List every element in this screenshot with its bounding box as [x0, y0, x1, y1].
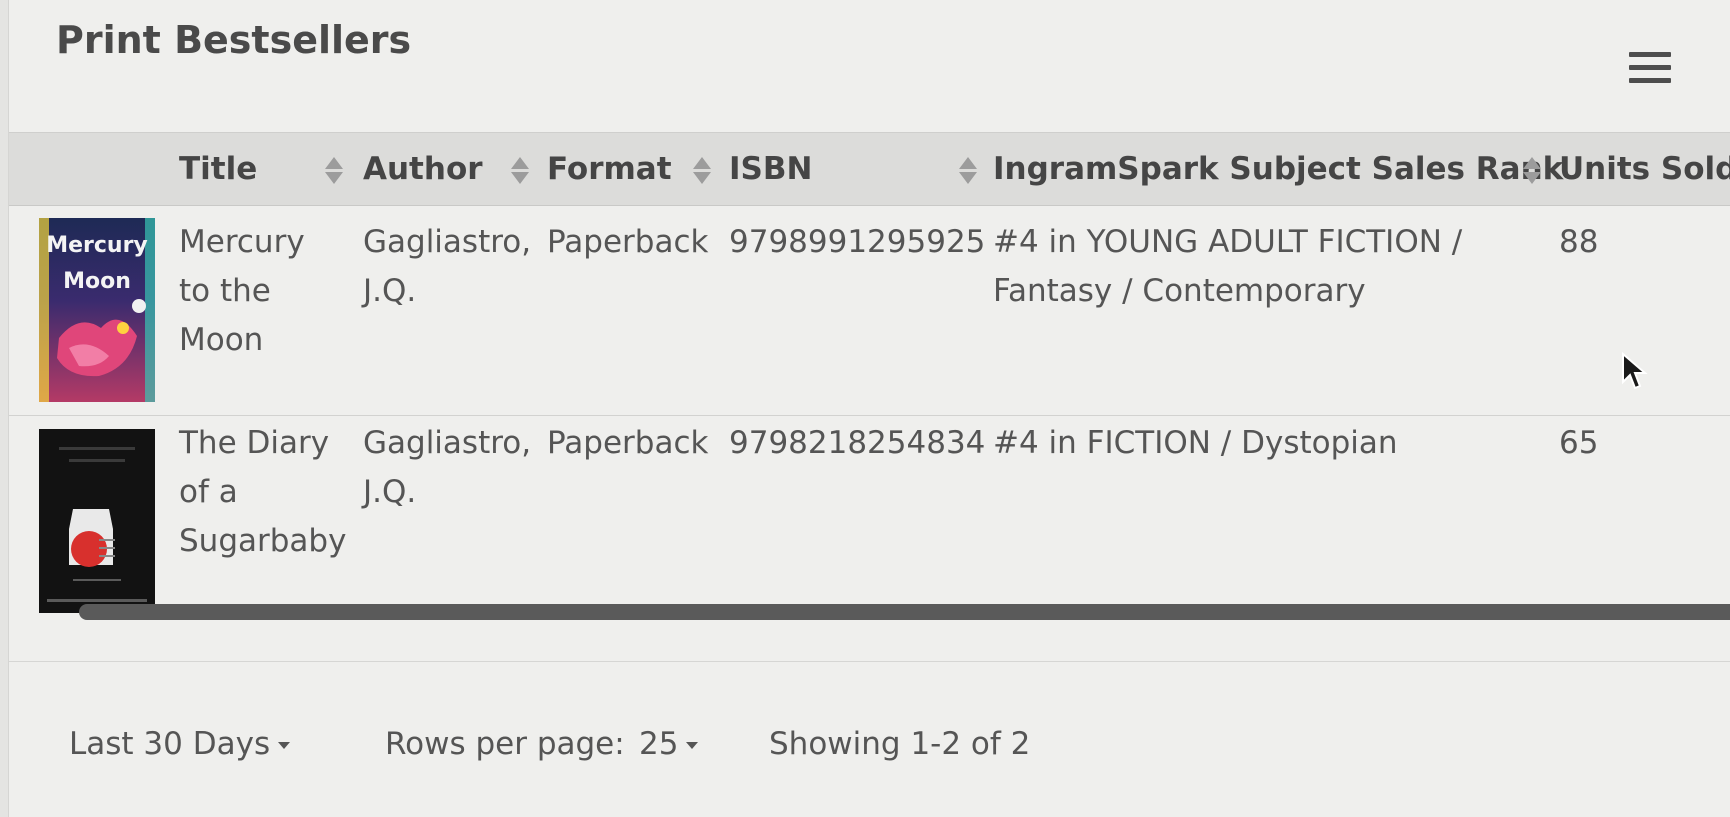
book-cover-image[interactable] [39, 429, 155, 613]
bestsellers-panel: Print Bestsellers Title Author Format IS… [8, 0, 1730, 817]
table-header: Title Author Format ISBN IngramSpark Sub… [9, 132, 1730, 206]
column-header-author[interactable]: Author [363, 151, 483, 191]
pagination-status: Showing 1-2 of 2 [769, 726, 1031, 762]
svg-text:Moon: Moon [63, 269, 131, 294]
rows-per-page-label: Rows per page: [385, 726, 625, 762]
caret-down-icon [278, 742, 291, 749]
book-cover-image[interactable]: Mercury Moon [39, 218, 155, 402]
sort-icon[interactable] [691, 155, 713, 187]
column-header-sales-rank[interactable]: IngramSpark Subject Sales Rank [993, 151, 1563, 191]
sort-icon[interactable] [323, 155, 345, 187]
book-title[interactable]: Mercury to the Moon [179, 218, 305, 365]
units-sold: 65 [1559, 425, 1599, 461]
mouse-cursor-icon [1622, 352, 1648, 390]
table-row[interactable]: Mercury Moon Mercury to the Moon Gaglias… [9, 206, 1730, 416]
format: Paperback [547, 425, 709, 461]
sort-icon[interactable] [1521, 155, 1543, 187]
sales-rank: #4 in YOUNG ADULT FICTION / Fantasy / Co… [993, 224, 1463, 309]
divider [9, 661, 1730, 662]
page-title: Print Bestsellers [56, 18, 412, 62]
isbn: 9798991295925 [729, 224, 986, 260]
column-header-units-sold[interactable]: Units Sold [1559, 151, 1730, 191]
column-header-title[interactable]: Title [179, 151, 257, 191]
rows-per-page-select[interactable]: 25 [639, 726, 699, 762]
format: Paperback [547, 224, 709, 260]
column-header-format[interactable]: Format [547, 151, 672, 191]
units-sold: 88 [1559, 224, 1599, 260]
sort-icon[interactable] [509, 155, 531, 187]
sort-icon[interactable] [957, 155, 979, 187]
hamburger-icon[interactable] [1629, 52, 1671, 92]
svg-text:Mercury: Mercury [46, 233, 148, 258]
author: Gagliastro, J.Q. [363, 425, 532, 510]
date-range-select[interactable]: Last 30 Days [69, 726, 291, 762]
caret-down-icon [686, 742, 699, 749]
isbn: 9798218254834 [729, 425, 986, 461]
sales-rank: #4 in FICTION / Dystopian [993, 425, 1398, 461]
horizontal-scrollbar[interactable] [79, 604, 1730, 620]
table-row[interactable]: The Diary of a Sugarbaby Gagliastro, J.Q… [9, 417, 1730, 615]
book-title[interactable]: The Diary of a Sugarbaby [179, 419, 346, 566]
author: Gagliastro, J.Q. [363, 224, 532, 309]
column-header-isbn[interactable]: ISBN [729, 151, 812, 191]
